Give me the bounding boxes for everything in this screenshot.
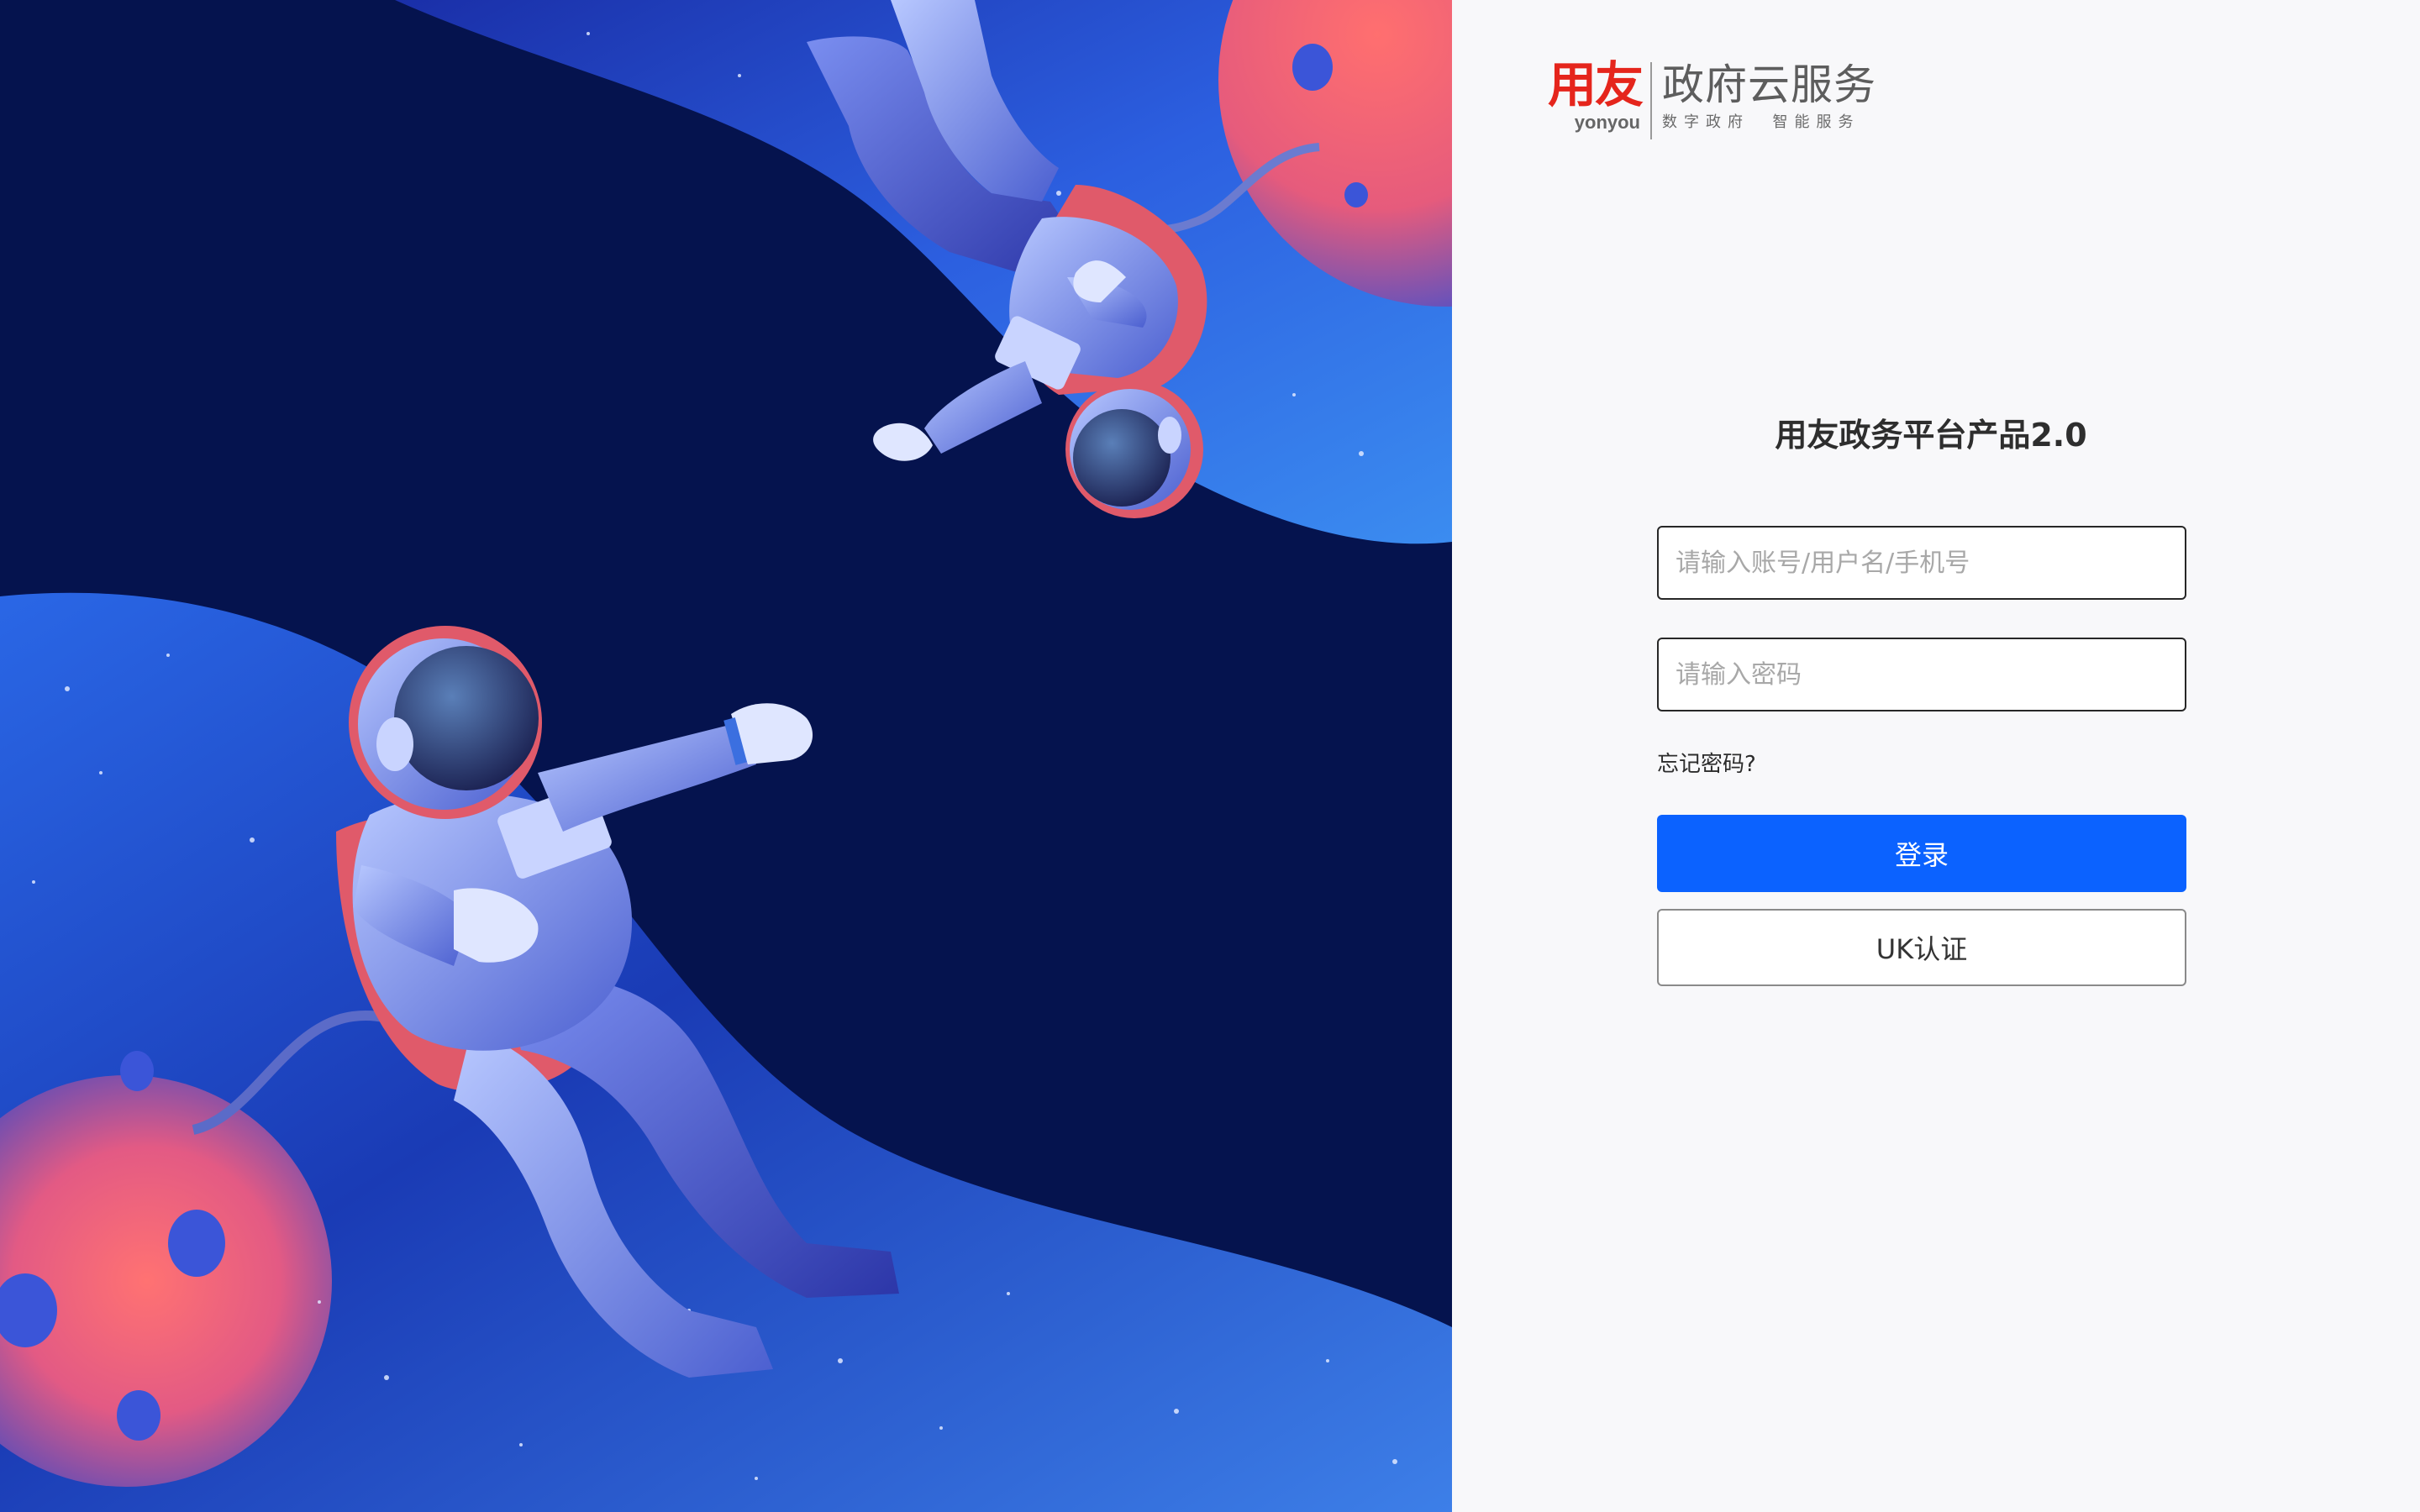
account-input[interactable]	[1657, 526, 2186, 600]
login-button[interactable]: 登录	[1657, 815, 2186, 892]
logo-slogan: 数字政府 智能服务	[1662, 113, 1860, 131]
logo-mark: 用友	[1547, 56, 1644, 113]
logo-title: 政府云服务	[1662, 60, 1876, 109]
forgot-password-link[interactable]: 忘记密码?	[1657, 746, 1756, 783]
password-input[interactable]	[1657, 638, 2186, 711]
login-title: 用友政务平台产品2.0	[1775, 417, 2087, 454]
logo-text: 政府云服务 数字政府 智能服务	[1662, 59, 1876, 133]
logo-latin: yonyou	[1574, 112, 1640, 133]
login-panel: 用友 yonyou 政府云服务 数字政府 智能服务 用友政务平台产品2.0 忘记…	[1452, 0, 2420, 1512]
space-illustration	[0, 0, 1452, 1512]
uk-auth-button[interactable]: UK认证	[1657, 909, 2186, 986]
logo-divider	[1650, 62, 1652, 139]
logo-brand: 用友 yonyou	[1534, 56, 1644, 133]
yonyou-logo: 用友 yonyou 政府云服务 数字政府 智能服务	[1534, 59, 1876, 139]
space-illustration-art	[0, 0, 1452, 1512]
